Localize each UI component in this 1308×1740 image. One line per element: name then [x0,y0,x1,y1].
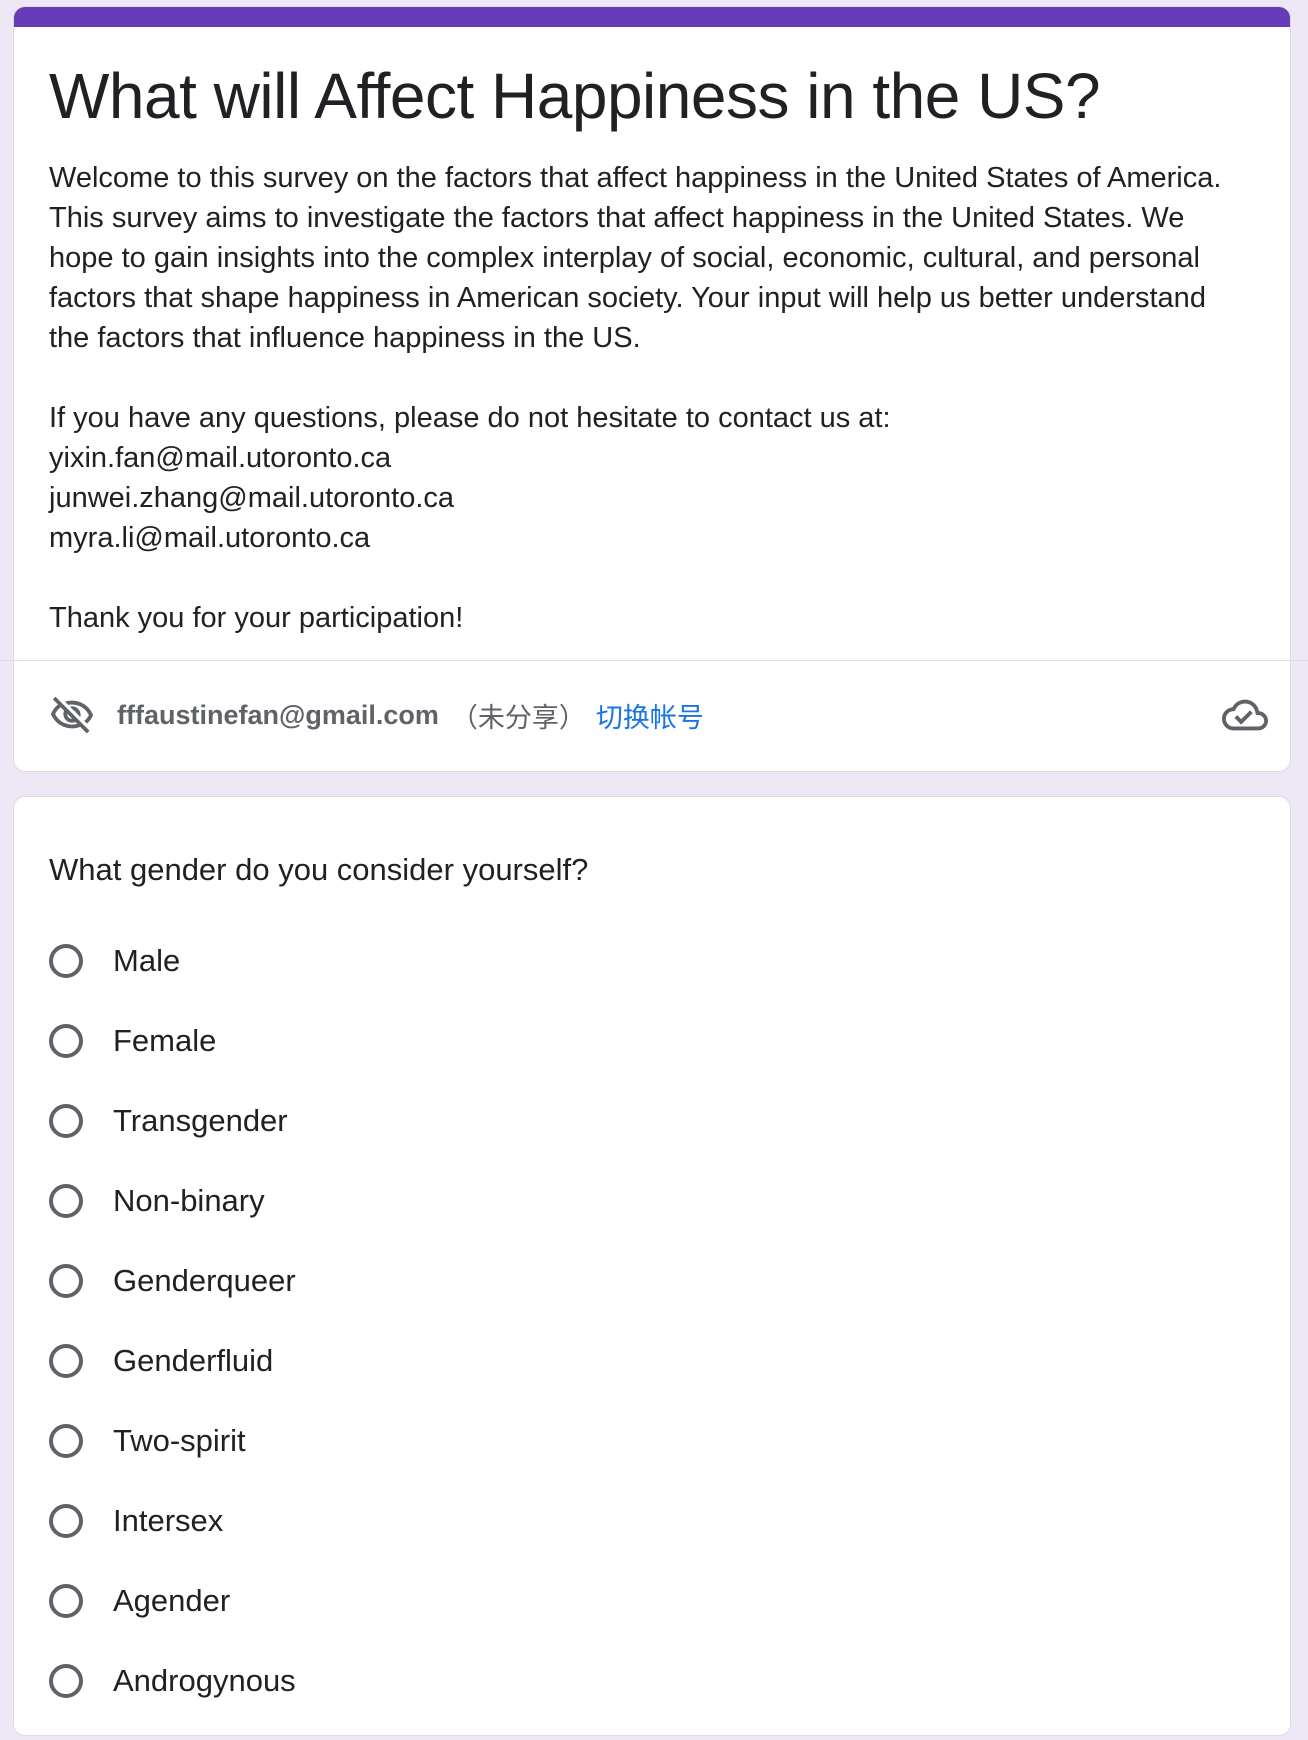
option-two-spirit[interactable]: Two-spirit [49,1420,296,1500]
radio-button[interactable] [49,1024,83,1058]
thanks-text: Thank you for your participation! [49,602,464,634]
option-label: Intersex [113,1503,224,1538]
option-label: Androgynous [113,1663,296,1698]
eye-off-icon [50,696,94,734]
account-divider [0,660,1308,661]
option-label: Male [113,943,181,978]
option-label: Two-spirit [113,1423,246,1458]
option-female[interactable]: Female [49,1020,296,1100]
account-email: fffaustinefan@gmail.com [117,699,439,730]
option-label: Genderfluid [113,1343,274,1378]
option-label: Female [113,1023,217,1058]
option-genderfluid[interactable]: Genderfluid [49,1340,296,1420]
contact-email-3: myra.li@mail.utoronto.ca [49,522,371,554]
option-androgynous[interactable]: Androgynous [49,1660,296,1740]
switch-account-link[interactable]: 切换帐号 [596,696,704,735]
cloud-check-icon [1222,699,1268,731]
account-unshared-note: （未分享） [450,702,586,733]
option-label: Agender [113,1583,231,1618]
option-agender[interactable]: Agender [49,1580,296,1660]
account-row: fffaustinefan@gmail.com （未分享） 切换帐号 [49,690,1268,740]
radio-button[interactable] [49,1664,83,1698]
description-intro: Welcome to this survey on the factors th… [49,162,1222,354]
radio-button[interactable] [49,1104,83,1138]
radio-button[interactable] [49,1504,83,1538]
radio-button[interactable] [49,1184,83,1218]
option-non-binary[interactable]: Non-binary [49,1180,296,1260]
option-intersex[interactable]: Intersex [49,1500,296,1580]
contact-prompt: If you have any questions, please do not… [49,402,891,434]
option-transgender[interactable]: Transgender [49,1100,296,1180]
contact-email-2: junwei.zhang@mail.utoronto.ca [49,482,455,514]
option-genderqueer[interactable]: Genderqueer [49,1260,296,1340]
accent-bar [14,7,1290,27]
radio-button[interactable] [49,1584,83,1618]
gender-options: Male Female Transgender Non-binary Gende… [49,940,296,1740]
form-description: Welcome to this survey on the factors th… [49,158,1239,638]
form-title: What will Affect Happiness in the US? [49,60,1101,132]
radio-button[interactable] [49,1264,83,1298]
contact-email-1: yixin.fan@mail.utoronto.ca [49,442,392,474]
radio-button[interactable] [49,1344,83,1378]
option-label: Genderqueer [113,1263,296,1298]
option-label: Non-binary [113,1183,265,1218]
radio-button[interactable] [49,944,83,978]
option-male[interactable]: Male [49,940,296,1020]
radio-button[interactable] [49,1424,83,1458]
option-label: Transgender [113,1103,288,1138]
question-title: What gender do you consider yourself? [49,852,589,887]
